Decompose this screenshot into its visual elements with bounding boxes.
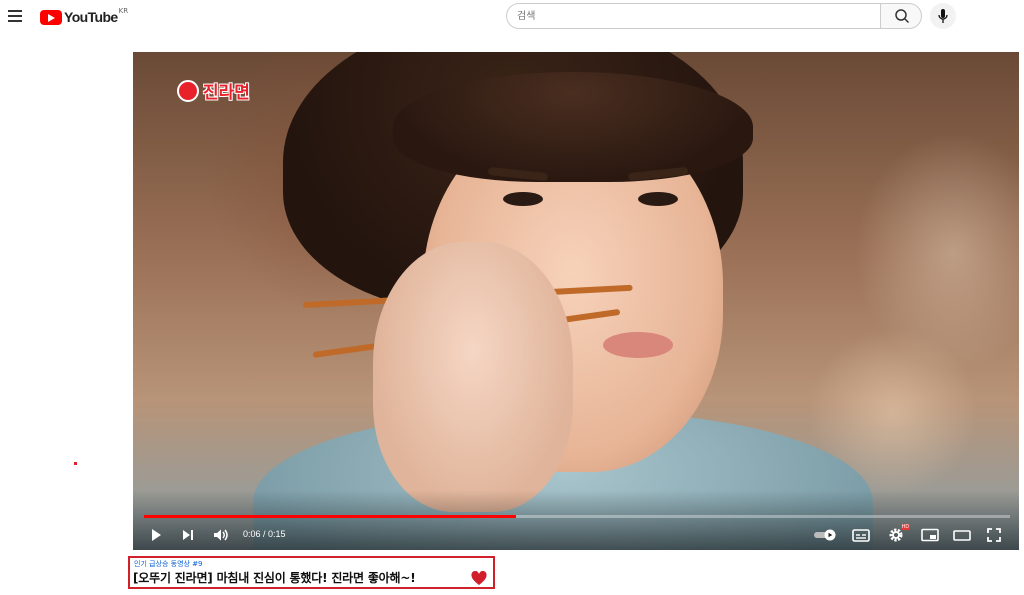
- fullscreen-icon: [987, 528, 1001, 542]
- captions-icon: [852, 529, 870, 542]
- heart-icon: [471, 571, 487, 585]
- scene-lips: [603, 332, 673, 358]
- volume-icon: [214, 529, 228, 541]
- stray-marker: [74, 462, 77, 465]
- brand-circle-icon: [177, 79, 199, 102]
- video-title: [오뚜기 진라면] 마침내 진심이 통했다! 진라면 좋아해~!: [133, 571, 416, 585]
- play-button[interactable]: [147, 526, 165, 544]
- next-button[interactable]: [179, 526, 197, 544]
- scene-eye-left: [503, 192, 543, 206]
- next-icon: [183, 530, 193, 540]
- autoplay-toggle-icon: [814, 529, 836, 541]
- search-icon: [895, 9, 910, 24]
- mic-icon: [938, 9, 948, 23]
- region-label: KR: [118, 7, 129, 15]
- time-display: 0:06 / 0:15: [243, 529, 286, 539]
- autoplay-toggle[interactable]: [813, 526, 839, 544]
- top-bar: YouTube KR: [0, 0, 1024, 34]
- scene-hand: [373, 242, 573, 512]
- search-button[interactable]: [880, 3, 922, 29]
- trending-hashtag[interactable]: 인기 급상승 동영상 #9: [134, 559, 203, 569]
- progress-bar[interactable]: [144, 515, 1010, 518]
- logo-text: YouTube: [64, 9, 118, 25]
- search-input[interactable]: [506, 3, 880, 29]
- captions-button[interactable]: [850, 526, 872, 544]
- fullscreen-button[interactable]: [984, 526, 1004, 544]
- scene-eye-right: [638, 192, 678, 206]
- video-player[interactable]: 진라면 0:06 / 0:15 HD: [133, 52, 1019, 550]
- voice-search-button[interactable]: [930, 3, 956, 29]
- theater-button[interactable]: [951, 526, 973, 544]
- youtube-logo-icon: [40, 9, 62, 25]
- miniplayer-button[interactable]: [919, 526, 941, 544]
- scene-fringe: [393, 72, 753, 182]
- play-icon: [152, 529, 161, 541]
- youtube-logo[interactable]: YouTube KR: [40, 7, 129, 26]
- menu-icon[interactable]: [8, 10, 22, 22]
- brand-text: 진라면: [203, 83, 250, 103]
- miniplayer-icon: [921, 528, 939, 542]
- theater-icon: [953, 530, 971, 541]
- brand-logo: 진라면: [177, 78, 250, 103]
- hd-badge: HD: [900, 524, 910, 530]
- volume-button[interactable]: [212, 526, 230, 544]
- settings-button[interactable]: HD: [885, 524, 910, 544]
- progress-fill: [144, 515, 517, 518]
- video-title-highlight: 인기 급상승 동영상 #9 [오뚜기 진라면] 마침내 진심이 통했다! 진라면…: [128, 556, 495, 589]
